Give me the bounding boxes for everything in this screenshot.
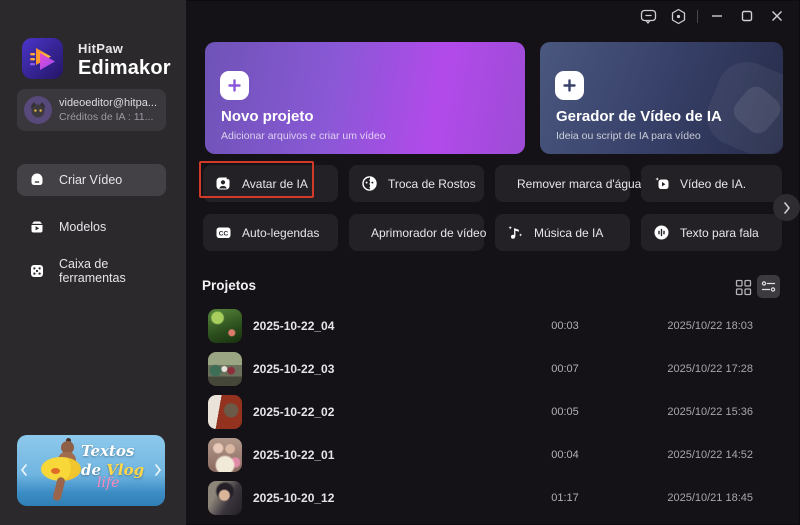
titlebar	[186, 0, 800, 32]
project-row[interactable]: 2025-10-22_01 00:04 2025/10/22 14:52	[202, 433, 783, 476]
ai-music-icon	[508, 226, 523, 239]
banner-next-arrow-icon[interactable]	[152, 462, 164, 478]
project-duration: 00:04	[551, 448, 579, 461]
project-thumbnail	[208, 480, 242, 515]
account-credits: Créditos de IA : 11...	[59, 111, 154, 123]
card-title: Novo projeto	[221, 108, 314, 125]
feedback-icon[interactable]	[633, 0, 663, 32]
feature-label: Texto para fala	[680, 225, 759, 240]
project-row[interactable]: 2025-10-22_03 00:07 2025/10/22 17:28	[202, 347, 783, 390]
text-to-speech-icon	[654, 225, 669, 240]
project-date: 2025/10/22 15:36	[667, 405, 753, 418]
project-name: 2025-10-22_01	[253, 447, 335, 462]
banner-script-word: life	[97, 475, 120, 491]
face-swap-icon	[362, 176, 377, 191]
project-date: 2025/10/22 17:28	[667, 362, 753, 375]
features-next-button[interactable]	[773, 194, 800, 221]
auto-captions-icon: CC	[216, 227, 231, 238]
sidebar-item-label: Modelos	[59, 220, 107, 234]
sidebar-item-label: Criar Vídeo	[59, 173, 123, 187]
project-thumbnail	[208, 308, 242, 343]
grid-view-icon[interactable]	[735, 279, 752, 296]
project-thumbnail	[208, 351, 242, 386]
feature-label: Música de IA	[534, 225, 604, 240]
projects-title: Projetos	[202, 278, 257, 293]
titlebar-separator	[697, 9, 698, 23]
project-name: 2025-10-22_04	[253, 318, 335, 333]
project-duration: 00:07	[551, 362, 579, 375]
project-row[interactable]: 2025-10-20_12 01:17 2025/10/21 18:45	[202, 476, 783, 519]
close-button[interactable]	[762, 0, 792, 32]
account-texts: videoeditor@hitpa... Créditos de IA : 11…	[59, 97, 157, 123]
feature-label: Troca de Rostos	[388, 176, 476, 191]
feature-ai-avatar-button[interactable]: Avatar de IA	[203, 165, 338, 202]
project-thumbnail	[208, 394, 242, 429]
project-date: 2025/10/22 14:52	[667, 448, 753, 461]
sidebar-item-modelos[interactable]: Modelos	[17, 211, 166, 243]
ai-avatar-icon	[216, 176, 230, 190]
project-row[interactable]: 2025-10-22_02 00:05 2025/10/22 15:36	[202, 390, 783, 433]
feature-ai-music-button[interactable]: Música de IA	[495, 214, 630, 251]
project-date: 2025/10/21 18:45	[667, 491, 753, 504]
feature-watermark-remover-button[interactable]: Remover marca d'água	[495, 165, 641, 202]
sidebar-item-criar-video[interactable]: Criar Vídeo	[17, 164, 166, 196]
brand-name: HitPaw	[78, 41, 124, 56]
feature-label: Aprimorador de vídeo	[371, 225, 487, 240]
card-title: Gerador de Vídeo de IA	[556, 108, 722, 125]
project-duration: 00:05	[551, 405, 579, 418]
feature-video-enhancer-button[interactable]: Aprimorador de vídeo	[349, 214, 487, 251]
templates-icon	[31, 221, 43, 233]
sidebar: HitPaw Edimakor videoeditor@hitpa... Cré…	[0, 0, 186, 525]
feature-ai-video-button[interactable]: Vídeo de IA.	[641, 165, 782, 202]
project-name: 2025-10-20_12	[253, 490, 335, 505]
banner-word1: Textos	[81, 442, 135, 460]
card-subtitle: Ideia ou script de IA para vídeo	[556, 130, 701, 142]
project-duration: 01:17	[551, 491, 579, 504]
feature-label: Avatar de IA	[242, 176, 308, 191]
project-row[interactable]: 2025-10-22_04 00:03 2025/10/22 18:03	[202, 304, 783, 347]
project-duration: 00:03	[551, 319, 579, 332]
project-date: 2025/10/22 18:03	[667, 319, 753, 332]
plus-icon	[220, 71, 249, 100]
avatar	[24, 96, 52, 124]
promo-banner[interactable]: Textos de Vlog life	[17, 435, 165, 506]
card-subtitle: Adicionar arquivos e criar um vídeo	[221, 130, 386, 142]
feature-label: Auto-legendas	[242, 225, 320, 240]
chevron-right-icon	[783, 201, 790, 214]
account-card[interactable]: videoeditor@hitpa... Créditos de IA : 11…	[17, 89, 166, 131]
new-project-card[interactable]: Novo projeto Adicionar arquivos e criar …	[205, 42, 525, 154]
feature-auto-captions-button[interactable]: CC Auto-legendas	[203, 214, 338, 251]
feature-label: Vídeo de IA.	[680, 176, 747, 191]
create-video-icon	[31, 173, 43, 185]
app-window: HitPaw Edimakor videoeditor@hitpa... Cré…	[0, 0, 800, 525]
account-email: videoeditor@hitpa...	[59, 97, 158, 109]
ai-video-icon	[655, 177, 669, 189]
plus-icon	[555, 71, 584, 100]
feature-label: Remover marca d'água	[517, 176, 642, 191]
list-view-icon[interactable]	[757, 275, 780, 298]
banner-prev-arrow-icon[interactable]	[18, 462, 30, 478]
projects-list: 2025-10-22_04 00:03 2025/10/22 18:03 202…	[202, 304, 783, 519]
cc-glyph: CC	[219, 230, 229, 237]
maximize-button[interactable]	[732, 0, 762, 32]
sidebar-item-label: Caixa de ferramentas	[59, 257, 126, 285]
edimakor-logo-icon	[22, 38, 63, 79]
brand-product: Edimakor	[78, 57, 171, 79]
project-thumbnail	[208, 437, 242, 472]
ai-video-generator-card[interactable]: Gerador de Vídeo de IA Ideia ou script d…	[540, 42, 783, 154]
project-name: 2025-10-22_03	[253, 361, 335, 376]
banner-art	[51, 468, 60, 474]
feature-face-swap-button[interactable]: Troca de Rostos	[349, 165, 484, 202]
sidebar-item-caixa-de-ferramentas[interactable]: Caixa de ferramentas	[17, 255, 166, 287]
toolbox-icon	[31, 265, 43, 277]
feature-text-to-speech-button[interactable]: Texto para fala	[641, 214, 782, 251]
brand-block: HitPaw Edimakor	[78, 41, 171, 80]
minimize-button[interactable]	[702, 0, 732, 32]
settings-icon[interactable]	[663, 0, 693, 32]
project-name: 2025-10-22_02	[253, 404, 335, 419]
